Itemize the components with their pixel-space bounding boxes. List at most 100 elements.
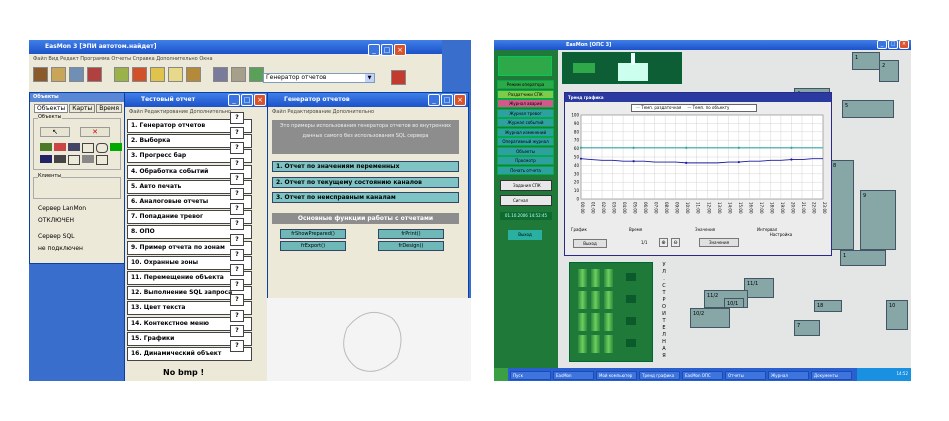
side-menu-button[interactable]: Журнал изменений xyxy=(497,127,554,137)
chevron-down-icon[interactable]: ▼ xyxy=(365,74,374,82)
zoom-out-icon[interactable]: ⊖ xyxy=(671,238,680,247)
cursor-tool[interactable]: ↖ xyxy=(40,127,70,137)
map-building[interactable]: 11/1 xyxy=(744,278,774,298)
computer-icon[interactable] xyxy=(69,67,84,82)
design-button[interactable]: frDesign() xyxy=(378,241,444,251)
settings-button[interactable]: Настройка xyxy=(757,231,805,240)
equipment-unit[interactable] xyxy=(591,269,600,287)
fire-icon[interactable] xyxy=(132,67,147,82)
map-building[interactable]: 7 xyxy=(794,320,820,336)
map-building[interactable]: 1 xyxy=(852,52,880,70)
map-icon[interactable] xyxy=(51,67,66,82)
report-dropdown[interactable]: Генератор отчетов ▼ xyxy=(263,73,375,83)
generator-menubar[interactable]: Файл Редактирование Дополнительно xyxy=(268,107,468,117)
tasks-button[interactable]: Задания СПК xyxy=(500,180,552,191)
print-button[interactable]: frPrint() xyxy=(378,229,444,239)
side-menu-button[interactable]: Журнал событий xyxy=(497,118,554,127)
side-menu-button[interactable]: Объекты xyxy=(497,146,554,156)
help-button[interactable]: ? xyxy=(230,127,244,140)
object-tool-icon[interactable] xyxy=(54,143,66,151)
map-building[interactable]: 18 xyxy=(814,300,842,312)
map-building[interactable]: 1 xyxy=(840,250,886,266)
object-tool-icon[interactable] xyxy=(40,143,52,151)
help-button[interactable]: ? xyxy=(230,112,244,124)
help-button[interactable]: ? xyxy=(230,294,244,307)
zoom-in-icon[interactable]: ⊕ xyxy=(659,238,668,247)
exit-door-icon[interactable] xyxy=(391,70,406,85)
object-tool-icon[interactable] xyxy=(54,155,66,163)
maximize-button[interactable]: □ xyxy=(441,94,453,106)
tab-time[interactable]: Время xyxy=(96,104,122,113)
minimize-button[interactable]: _ xyxy=(428,94,440,106)
grid-icon[interactable] xyxy=(87,67,102,82)
help-button[interactable]: ? xyxy=(230,203,244,216)
equipment-switch[interactable] xyxy=(626,273,636,281)
building-icon[interactable] xyxy=(231,67,246,82)
map-building[interactable]: 10 xyxy=(886,300,908,330)
taskbar-item[interactable]: EasMon ОПС xyxy=(682,371,723,380)
clock-icon[interactable] xyxy=(168,67,183,82)
taskbar-item[interactable]: Тренд графика xyxy=(639,371,680,380)
report-option-3[interactable]: 3. Отчет по неисправным каналам xyxy=(272,192,459,203)
object-tool-icon[interactable] xyxy=(96,143,108,153)
close-button[interactable]: × xyxy=(899,40,909,49)
map-building[interactable]: 9 xyxy=(860,190,896,250)
signal-button[interactable]: Сигнал xyxy=(500,195,552,206)
map-building[interactable]: 10/2 xyxy=(690,308,730,328)
equipment-unit[interactable] xyxy=(591,313,600,331)
help-button[interactable]: ? xyxy=(230,248,244,261)
export-button[interactable]: frExport() xyxy=(280,241,346,251)
side-menu-button[interactable]: Режим оператора xyxy=(497,80,554,89)
chart-titlebar[interactable]: Тренд графика xyxy=(565,93,831,102)
show-prepared-button[interactable]: frShowPrepared() xyxy=(280,229,346,239)
help-button[interactable]: ? xyxy=(230,233,244,246)
start-button[interactable] xyxy=(494,368,508,381)
taskbar-item[interactable]: Документы xyxy=(811,371,852,380)
equipment-unit[interactable] xyxy=(604,313,613,331)
help-button[interactable]: ? xyxy=(230,157,244,170)
side-menu-button[interactable]: Журнал тревог xyxy=(497,108,554,118)
map-building[interactable]: 8 xyxy=(830,160,854,250)
chart-exit-button[interactable]: Выход xyxy=(573,239,607,248)
object-tool-icon[interactable] xyxy=(68,155,80,165)
delete-tool[interactable]: ✕ xyxy=(80,127,110,137)
side-menu-button[interactable]: Журнал аварий xyxy=(497,99,554,108)
tab-maps[interactable]: Карты xyxy=(69,104,96,113)
help-button[interactable]: ? xyxy=(230,279,244,292)
report-icon[interactable] xyxy=(249,67,264,82)
report-option-1[interactable]: 1. Отчет по значениям переменных xyxy=(272,161,459,172)
tab-objects[interactable]: Объекты xyxy=(34,104,69,113)
side-menu-button[interactable]: Просмотр xyxy=(497,156,554,165)
taskbar-item[interactable]: Журнал xyxy=(768,371,809,380)
help-button[interactable]: ? xyxy=(230,172,244,185)
equipment-unit[interactable] xyxy=(604,269,613,287)
help-button[interactable]: ? xyxy=(230,340,244,352)
equipment-switch[interactable] xyxy=(626,317,636,325)
equipment-unit[interactable] xyxy=(578,313,587,331)
side-menu-button[interactable]: Печать отчета xyxy=(497,165,554,175)
object-tool-icon[interactable] xyxy=(82,155,94,163)
object-tool-icon[interactable] xyxy=(110,143,122,151)
help-button[interactable]: ? xyxy=(230,218,244,231)
map-building[interactable]: 5 xyxy=(842,100,894,118)
minimize-button[interactable]: _ xyxy=(228,94,240,106)
right-titlebar[interactable]: EasMon [ОПС 3] xyxy=(494,40,911,50)
object-tool-icon[interactable] xyxy=(68,143,80,151)
equipment-unit[interactable] xyxy=(578,269,587,287)
close-button[interactable]: × xyxy=(454,94,466,106)
books-icon[interactable] xyxy=(33,67,48,82)
equipment-unit[interactable] xyxy=(578,291,587,309)
taskbar-item[interactable]: Мой компьютер xyxy=(596,371,637,380)
equipment-unit[interactable] xyxy=(604,335,613,353)
object-tool-icon[interactable] xyxy=(96,155,108,165)
book-icon[interactable] xyxy=(186,67,201,82)
help-button[interactable]: ? xyxy=(230,264,244,276)
equipment-unit[interactable] xyxy=(578,335,587,353)
equipment-switch[interactable] xyxy=(626,295,636,303)
help-button[interactable]: ? xyxy=(230,142,244,155)
side-menu-button[interactable]: Оперативный журнал xyxy=(497,137,554,146)
map-building[interactable]: 10/1 xyxy=(724,298,744,308)
object-tool-icon[interactable] xyxy=(40,155,52,163)
report-option-2[interactable]: 2. Отчет по текущему состоянию каналов xyxy=(272,177,459,188)
help-button[interactable]: ? xyxy=(230,309,244,322)
